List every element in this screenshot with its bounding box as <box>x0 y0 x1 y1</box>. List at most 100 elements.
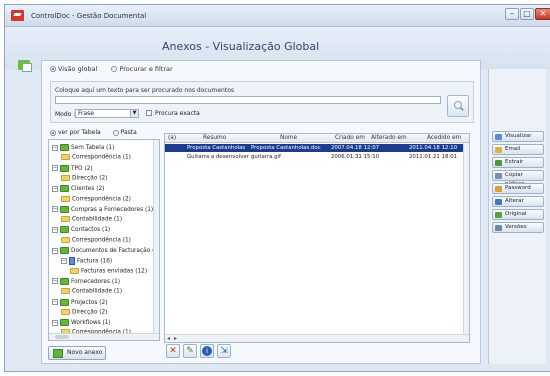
radio-icon[interactable] <box>112 129 119 136</box>
tree-node-label: Facturas enviadas (12) <box>81 268 148 275</box>
tree-node[interactable]: Contabilidade (1) <box>61 216 122 223</box>
collapse-icon[interactable]: − <box>52 278 58 285</box>
scroll-right-icon[interactable]: ▸ <box>174 335 177 342</box>
action-email-button[interactable]: Email <box>492 144 544 155</box>
folder-icon <box>60 277 69 285</box>
tree-node[interactable]: − Documentos de Facturação (16) <box>52 247 159 254</box>
tree-node[interactable]: Contabilidade (1) <box>61 288 122 295</box>
mode-select[interactable]: Frase ▼ <box>75 109 139 118</box>
scroll-left-icon[interactable]: ◂ <box>167 335 170 342</box>
export-icon: ⇲ <box>220 346 228 356</box>
collapse-icon[interactable]: − <box>52 319 58 326</box>
tree-vertical-scrollbar[interactable] <box>153 140 159 340</box>
grid-header: (a) Resumo Nome Criado em Alterado em Ac… <box>165 134 469 143</box>
tree-node[interactable]: Facturas enviadas (12) <box>70 267 148 275</box>
maximize-button[interactable]: □ <box>520 8 534 20</box>
collapse-icon[interactable]: − <box>52 144 58 151</box>
tree-node-label: Factura (16) <box>77 258 113 265</box>
tree-node-label: Correspondência (2) <box>72 196 131 202</box>
action-extract-button[interactable]: Extrair <box>492 157 544 168</box>
tree-node-label: Compras a Fornecedores (1) <box>71 206 154 213</box>
collapse-icon[interactable]: − <box>52 226 58 233</box>
chevron-down-icon[interactable]: ▼ <box>130 110 138 117</box>
table-row[interactable]: Proposta Castanholas Proposta Castanhola… <box>165 144 469 152</box>
tree-horizontal-scrollbar[interactable] <box>49 333 159 340</box>
folder-tree[interactable]: − Sem Tabela (1) Correspondência (1) − TPO (… <box>48 139 160 341</box>
action-key-button[interactable]: Password <box>492 183 544 194</box>
tree-node[interactable]: − Compras a Fornecedores (1) <box>52 205 154 213</box>
table-row[interactable]: Guitarra a desenvolver guitarra.gif 2006… <box>165 153 469 161</box>
tree-node[interactable]: Correspondência (2) <box>61 195 131 202</box>
tree-node[interactable]: − Fornecedores (1) <box>52 277 120 285</box>
collapse-icon[interactable]: − <box>61 258 67 265</box>
search-input[interactable] <box>55 96 441 104</box>
key-icon <box>495 186 502 192</box>
tree-node[interactable]: Correspondência (1) <box>61 236 131 244</box>
delete-button[interactable]: ✕ <box>166 344 180 358</box>
tree-node[interactable]: − Workflows (1) <box>52 319 111 327</box>
radio-icon[interactable] <box>50 66 56 72</box>
app-logo-icon <box>11 10 24 21</box>
collapse-icon[interactable]: − <box>52 165 58 172</box>
tree-node[interactable]: Direcção (2) <box>61 174 107 181</box>
tree-node[interactable]: − Projectos (2) <box>52 298 107 306</box>
action-label: Extrair <box>505 159 524 165</box>
tree-node[interactable]: − Clientes (2) <box>52 185 104 193</box>
collapse-icon[interactable]: − <box>52 185 58 192</box>
column-header[interactable]: Nome <box>280 135 297 141</box>
close-button[interactable]: ✕ <box>535 8 550 20</box>
action-copy-button[interactable]: Copiar p/disco <box>492 170 544 187</box>
column-header[interactable]: Acedido em <box>427 135 461 141</box>
new-attachment-icon <box>53 349 63 358</box>
edit-button[interactable]: ✎ <box>183 344 197 358</box>
action-label: Password <box>505 185 531 191</box>
info-button[interactable]: i <box>200 344 214 358</box>
collapse-icon[interactable]: − <box>52 206 58 213</box>
grid-vertical-scrollbar[interactable] <box>463 143 469 335</box>
tree-node[interactable]: Direcção (2) <box>61 308 107 315</box>
column-header[interactable]: Criado em <box>335 135 365 141</box>
column-header[interactable]: (a) <box>168 135 176 141</box>
original-icon <box>495 212 502 218</box>
tree-node-label: TPO (2) <box>71 165 93 172</box>
tree-node-label: Workflows (1) <box>71 320 111 327</box>
collapse-icon[interactable]: − <box>52 299 58 305</box>
search-button[interactable] <box>447 95 469 117</box>
column-header[interactable]: Alterado em <box>371 135 407 141</box>
folder-icon <box>61 154 70 161</box>
tree-node-label: Contactos (1) <box>71 227 111 234</box>
action-versions-button[interactable]: Versões <box>492 222 544 233</box>
window-title: ControlDoc - Gestão Documental <box>31 12 147 20</box>
action-view-button[interactable]: Visualizar <box>492 131 544 142</box>
exact-search-checkbox[interactable] <box>146 110 152 116</box>
tree-node-label: Correspondência (1) <box>72 237 131 244</box>
tab-search-filter[interactable]: Procurar e filtrar <box>111 65 173 73</box>
action-edit-button[interactable]: Alterar <box>492 196 544 207</box>
folder-icon <box>60 164 69 172</box>
grid-horizontal-scrollbar[interactable]: ◂ ▸ <box>165 334 469 342</box>
documents-grid: (a) Resumo Nome Criado em Alterado em Ac… <box>164 133 470 343</box>
actions-panel: Visualizar Email Extrair Copiar p/discoPass… <box>488 69 546 364</box>
tree-node[interactable]: − TPO (2) <box>52 164 93 172</box>
tree-node[interactable]: − Contactos (1) <box>52 226 111 234</box>
column-header[interactable]: Resumo <box>203 135 226 141</box>
export-button[interactable]: ⇲ <box>217 344 231 358</box>
collapse-icon[interactable]: − <box>52 247 58 254</box>
view-by-table-option[interactable]: ver por Tabela <box>50 129 101 136</box>
tree-node[interactable]: − Factura (16) <box>61 257 113 266</box>
tree-node[interactable]: Correspondência (1) <box>61 154 131 161</box>
action-original-button[interactable]: Original <box>492 209 544 220</box>
minimize-button[interactable]: ‒ <box>505 8 519 20</box>
option-label: Pasta <box>120 129 137 136</box>
new-attachment-button[interactable]: Novo anexo <box>48 346 106 360</box>
exact-search-label: Procura exacta <box>155 110 200 117</box>
tree-node[interactable]: − Sem Tabela (1) <box>52 144 114 151</box>
radio-icon[interactable] <box>50 129 56 136</box>
view-by-folder-option[interactable]: Pasta <box>112 129 137 136</box>
table-cell: Guitarra a desenvolver <box>187 154 249 160</box>
tab-global-view[interactable]: Visão global <box>50 65 97 73</box>
radio-icon[interactable] <box>111 66 118 72</box>
extract-icon <box>495 160 502 166</box>
folder-icon <box>61 195 70 202</box>
view-options: ver por Tabela Pasta <box>50 129 147 136</box>
